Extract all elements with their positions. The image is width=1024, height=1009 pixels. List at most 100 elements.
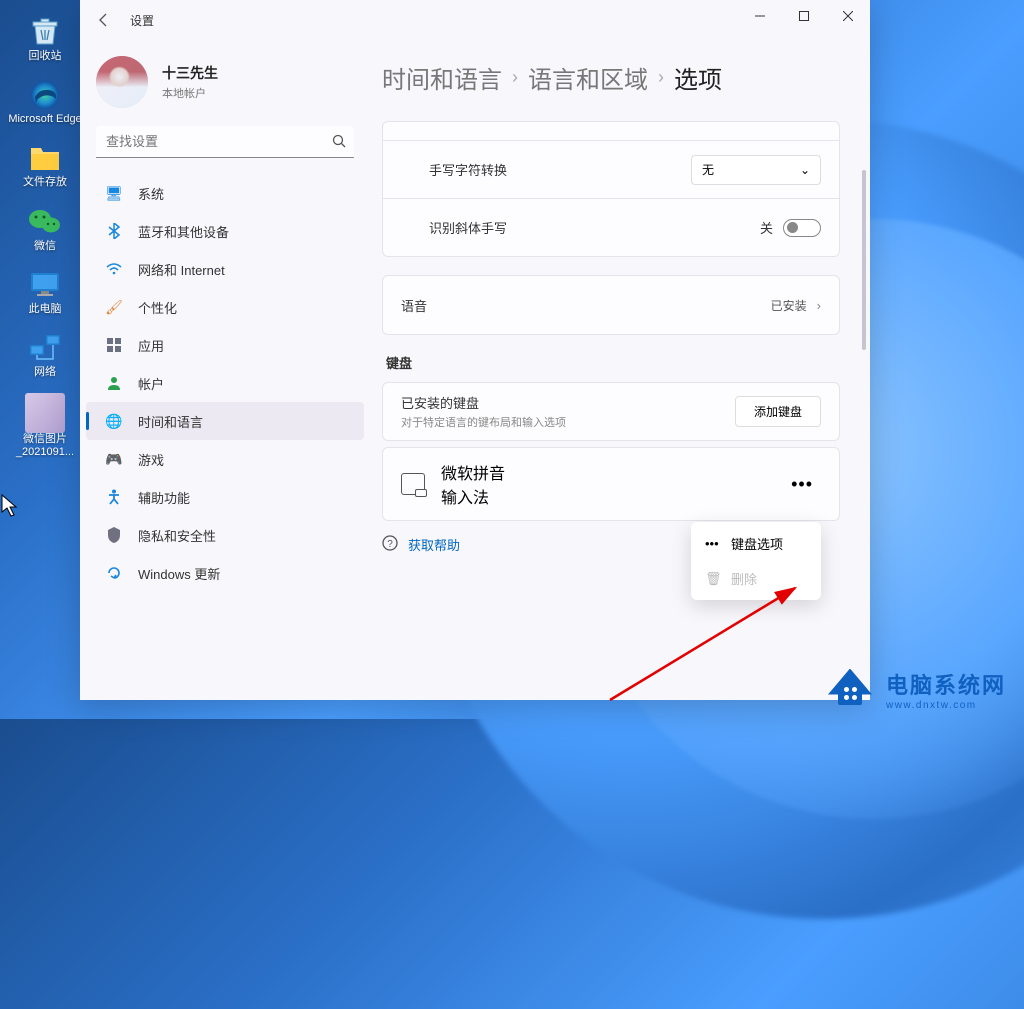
desktop-label: Microsoft Edge xyxy=(4,113,85,126)
nav-list: 🖥 系统 蓝牙和其他设备 网络和 Internet 🖌 个性化 应用 帐户 🌐 时间和… xyxy=(80,174,370,700)
nav-accounts[interactable]: 帐户 xyxy=(80,364,370,402)
search-input[interactable] xyxy=(96,126,354,158)
nav-apps[interactable]: 应用 xyxy=(80,326,370,364)
card-subtitle: 对于特定语言的键布局和输入选项 xyxy=(401,414,735,430)
search-icon xyxy=(332,134,346,151)
nav-label: 游戏 xyxy=(138,450,164,469)
handwriting-conversion-row: 手写字符转换 无 ⌄ xyxy=(383,140,839,198)
edge-icon[interactable]: Microsoft Edge xyxy=(0,71,90,134)
desktop-label: 微信图片_2021091... xyxy=(0,433,90,459)
avatar xyxy=(96,56,148,108)
nav-system[interactable]: 🖥 系统 xyxy=(80,174,370,212)
keyboards-header: 键盘 xyxy=(386,353,840,372)
nav-privacy[interactable]: 隐私和安全性 xyxy=(80,516,370,554)
ime-title: 微软拼音 xyxy=(441,460,783,484)
nav-bluetooth[interactable]: 蓝牙和其他设备 xyxy=(80,212,370,250)
network-icon[interactable]: 网络 xyxy=(0,324,90,387)
person-icon xyxy=(104,376,124,390)
brush-icon: 🖌 xyxy=(104,299,124,316)
globe-icon: 🌐 xyxy=(104,413,124,430)
folder-icon[interactable]: 文件存放 xyxy=(0,134,90,197)
ime-subtitle: 输入法 xyxy=(441,484,783,508)
profile-sub: 本地帐户 xyxy=(162,85,218,101)
menu-label: 键盘选项 xyxy=(731,534,783,553)
card-cut-top xyxy=(383,122,839,140)
window-title: 设置 xyxy=(130,12,154,29)
nav-windows-update[interactable]: Windows 更新 xyxy=(80,554,370,592)
italic-handwriting-row: 识别斜体手写 关 xyxy=(383,198,839,256)
help-text: 获取帮助 xyxy=(408,535,460,554)
nav-network[interactable]: 网络和 Internet xyxy=(80,250,370,288)
nav-personalization[interactable]: 🖌 个性化 xyxy=(80,288,370,326)
back-button[interactable] xyxy=(88,4,120,36)
nav-label: 帐户 xyxy=(138,374,164,393)
nav-label: 蓝牙和其他设备 xyxy=(138,222,229,241)
svg-text:?: ? xyxy=(387,539,393,550)
dropdown-value: 无 xyxy=(702,161,714,178)
chevron-right-icon: › xyxy=(658,67,664,88)
chevron-right-icon: › xyxy=(817,298,821,313)
desktop-label: 此电脑 xyxy=(25,303,66,316)
nav-label: 个性化 xyxy=(138,298,177,317)
breadcrumb-time-language[interactable]: 时间和语言 xyxy=(382,60,502,95)
row-label: 识别斜体手写 xyxy=(429,218,507,237)
main-content: 时间和语言 › 语言和区域 › 选项 手写字符转换 无 ⌄ 识别斜体手写 xyxy=(370,40,870,700)
installed-keyboards-card: 已安装的键盘 对于特定语言的键布局和输入选项 添加键盘 xyxy=(382,382,840,441)
ime-more-button[interactable]: ••• xyxy=(783,470,821,499)
speech-card[interactable]: 语音 已安装 › xyxy=(382,275,840,335)
nav-gaming[interactable]: 🎮 游戏 xyxy=(80,440,370,478)
chevron-down-icon: ⌄ xyxy=(800,163,810,177)
keyboard-icon xyxy=(401,473,425,495)
scroll-thumb[interactable] xyxy=(862,170,866,350)
desktop-label: 回收站 xyxy=(25,50,66,63)
ime-row: 微软拼音 输入法 ••• ••• 键盘选项 🗑 删除 xyxy=(382,447,840,521)
more-icon: ••• xyxy=(705,536,721,551)
wechat-icon[interactable]: 微信 xyxy=(0,198,90,261)
nav-accessibility[interactable]: 辅助功能 xyxy=(80,478,370,516)
gamepad-icon: 🎮 xyxy=(104,451,124,468)
wifi-icon xyxy=(104,263,124,275)
shield-icon xyxy=(104,527,124,543)
scrollbar[interactable] xyxy=(862,170,866,600)
image-file-icon[interactable]: 微信图片_2021091... xyxy=(0,387,90,467)
italic-toggle[interactable] xyxy=(783,219,821,237)
profile[interactable]: 十三先生 本地帐户 xyxy=(80,48,370,126)
menu-delete: 🗑 删除 xyxy=(695,561,817,596)
bluetooth-icon xyxy=(104,223,124,239)
toggle-state: 关 xyxy=(760,218,773,237)
breadcrumb-language-region[interactable]: 语言和区域 xyxy=(528,60,648,95)
search-box[interactable] xyxy=(96,126,354,158)
row-value: 已安装 xyxy=(771,297,807,314)
trash-icon: 🗑 xyxy=(705,571,721,587)
watermark: 电脑系统网 www.dnxtw.com xyxy=(824,668,1006,711)
nav-label: 时间和语言 xyxy=(138,412,203,431)
nav-time-language[interactable]: 🌐 时间和语言 xyxy=(86,402,364,440)
nav-label: 网络和 Internet xyxy=(138,260,225,279)
minimize-button[interactable] xyxy=(738,0,782,32)
breadcrumb: 时间和语言 › 语言和区域 › 选项 xyxy=(382,40,840,121)
nav-label: 系统 xyxy=(138,184,164,203)
watermark-url: www.dnxtw.com xyxy=(886,700,1006,711)
row-label: 语音 xyxy=(401,296,427,315)
handwriting-dropdown[interactable]: 无 ⌄ xyxy=(691,155,821,185)
titlebar: 设置 xyxy=(80,0,870,40)
watermark-logo-icon xyxy=(824,669,876,711)
menu-label: 删除 xyxy=(731,569,757,588)
profile-name: 十三先生 xyxy=(162,63,218,83)
nav-label: Windows 更新 xyxy=(138,564,220,583)
ime-context-menu: ••• 键盘选项 🗑 删除 xyxy=(691,522,821,600)
card-title: 已安装的键盘 xyxy=(401,393,735,412)
sidebar: 十三先生 本地帐户 🖥 系统 蓝牙和其他设备 网络和 Internet 🖌 个性化 … xyxy=(80,40,370,700)
help-icon: ? xyxy=(382,535,398,554)
nav-label: 隐私和安全性 xyxy=(138,526,216,545)
recycle-bin-icon[interactable]: 回收站 xyxy=(0,8,90,71)
this-pc-icon[interactable]: 此电脑 xyxy=(0,261,90,324)
add-keyboard-button[interactable]: 添加键盘 xyxy=(735,396,821,427)
chevron-right-icon: › xyxy=(512,67,518,88)
close-button[interactable] xyxy=(826,0,870,32)
monitor-icon: 🖥 xyxy=(104,185,124,202)
menu-keyboard-options[interactable]: ••• 键盘选项 xyxy=(695,526,817,561)
desktop-label: 微信 xyxy=(30,240,60,253)
watermark-title: 电脑系统网 xyxy=(886,668,1006,700)
maximize-button[interactable] xyxy=(782,0,826,32)
